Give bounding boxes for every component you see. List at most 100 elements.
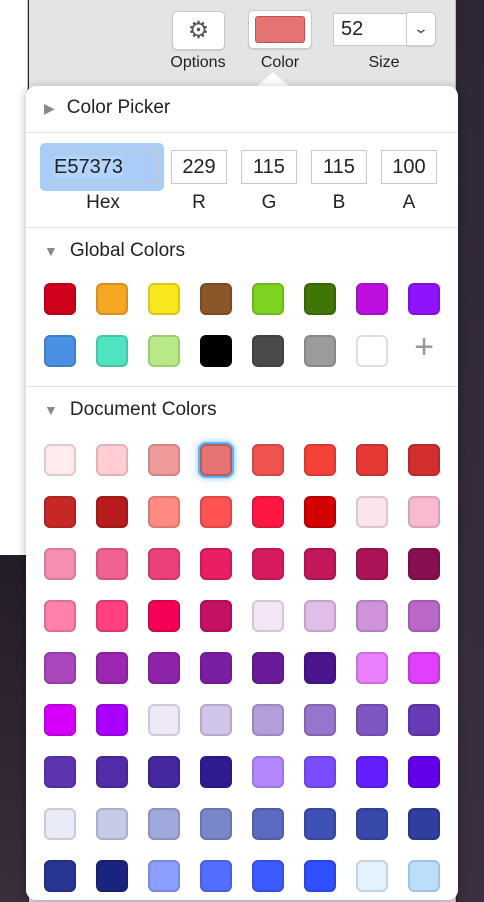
color-swatch[interactable] [304,756,336,788]
color-swatch[interactable] [252,548,284,580]
color-swatch[interactable] [148,444,180,476]
document-colors-header[interactable]: ▼ Document Colors [44,399,217,421]
b-input[interactable]: 115 [311,150,367,184]
color-swatch[interactable] [96,704,128,736]
color-swatch[interactable] [44,600,76,632]
color-button[interactable] [248,10,312,49]
color-swatch[interactable] [44,704,76,736]
r-input[interactable]: 229 [171,150,227,184]
color-swatch[interactable] [200,652,232,684]
color-swatch[interactable] [356,335,388,367]
color-swatch[interactable] [200,496,232,528]
color-swatch[interactable] [408,496,440,528]
color-swatch[interactable] [148,652,180,684]
color-swatch[interactable] [44,860,76,892]
color-swatch[interactable] [148,808,180,840]
color-swatch[interactable] [44,496,76,528]
color-swatch[interactable] [408,548,440,580]
color-swatch[interactable] [44,444,76,476]
color-swatch[interactable] [252,808,284,840]
color-swatch[interactable] [356,704,388,736]
color-swatch[interactable] [408,808,440,840]
color-swatch[interactable] [304,860,336,892]
options-button[interactable]: ⚙ [172,11,225,50]
color-swatch[interactable] [356,652,388,684]
hex-input[interactable]: E57373 [47,150,159,184]
color-swatch[interactable] [96,283,128,315]
color-swatch[interactable] [304,496,336,528]
color-swatch[interactable] [356,283,388,315]
color-swatch[interactable] [252,704,284,736]
color-picker-header[interactable]: ▶ Color Picker [44,97,170,119]
color-swatch[interactable] [96,600,128,632]
color-swatch[interactable] [200,600,232,632]
color-swatch[interactable] [304,600,336,632]
color-swatch[interactable] [148,600,180,632]
color-swatch[interactable] [252,652,284,684]
color-swatch[interactable] [252,600,284,632]
color-swatch[interactable] [304,335,336,367]
color-swatch[interactable] [304,444,336,476]
color-swatch[interactable] [304,283,336,315]
color-swatch[interactable] [304,652,336,684]
global-colors-header[interactable]: ▼ Global Colors [44,240,185,262]
color-swatch[interactable] [96,860,128,892]
color-swatch[interactable] [408,652,440,684]
color-swatch[interactable] [408,444,440,476]
color-swatch[interactable] [200,548,232,580]
color-swatch[interactable] [356,444,388,476]
color-swatch[interactable] [96,652,128,684]
color-swatch[interactable] [44,548,76,580]
color-swatch[interactable] [200,704,232,736]
color-swatch[interactable] [44,335,76,367]
color-swatch[interactable] [148,756,180,788]
color-swatch[interactable] [44,283,76,315]
color-swatch[interactable] [252,335,284,367]
size-input[interactable]: 52 [333,13,407,46]
color-swatch[interactable] [408,704,440,736]
g-input[interactable]: 115 [241,150,297,184]
color-swatch[interactable] [96,808,128,840]
color-swatch[interactable] [304,548,336,580]
color-swatch[interactable] [148,335,180,367]
color-swatch[interactable] [356,600,388,632]
color-swatch[interactable] [200,335,232,367]
color-swatch[interactable] [96,756,128,788]
color-swatch[interactable] [148,860,180,892]
color-swatch[interactable] [44,756,76,788]
color-swatch[interactable] [148,283,180,315]
color-swatch[interactable] [304,808,336,840]
color-swatch[interactable] [356,860,388,892]
color-swatch[interactable] [304,704,336,736]
a-input[interactable]: 100 [381,150,437,184]
color-swatch[interactable] [148,496,180,528]
color-swatch[interactable] [200,283,232,315]
color-swatch[interactable] [356,756,388,788]
color-swatch[interactable] [44,808,76,840]
color-swatch[interactable] [96,496,128,528]
color-swatch[interactable] [200,860,232,892]
color-swatch[interactable] [252,496,284,528]
size-dropdown-button[interactable]: ⌄ [406,12,436,46]
color-swatch[interactable] [252,444,284,476]
color-swatch[interactable] [252,860,284,892]
color-swatch[interactable] [408,600,440,632]
color-swatch[interactable] [96,335,128,367]
color-swatch[interactable] [200,444,232,476]
color-swatch[interactable] [408,283,440,315]
color-swatch[interactable] [408,756,440,788]
color-swatch[interactable] [356,548,388,580]
color-swatch[interactable] [44,652,76,684]
color-swatch[interactable] [408,860,440,892]
color-swatch[interactable] [200,808,232,840]
add-global-color-button[interactable]: + [408,330,440,364]
color-swatch[interactable] [148,704,180,736]
color-swatch[interactable] [356,496,388,528]
color-swatch[interactable] [200,756,232,788]
color-swatch[interactable] [252,756,284,788]
color-swatch[interactable] [356,808,388,840]
color-swatch[interactable] [96,548,128,580]
color-swatch[interactable] [252,283,284,315]
color-swatch[interactable] [148,548,180,580]
color-swatch[interactable] [96,444,128,476]
